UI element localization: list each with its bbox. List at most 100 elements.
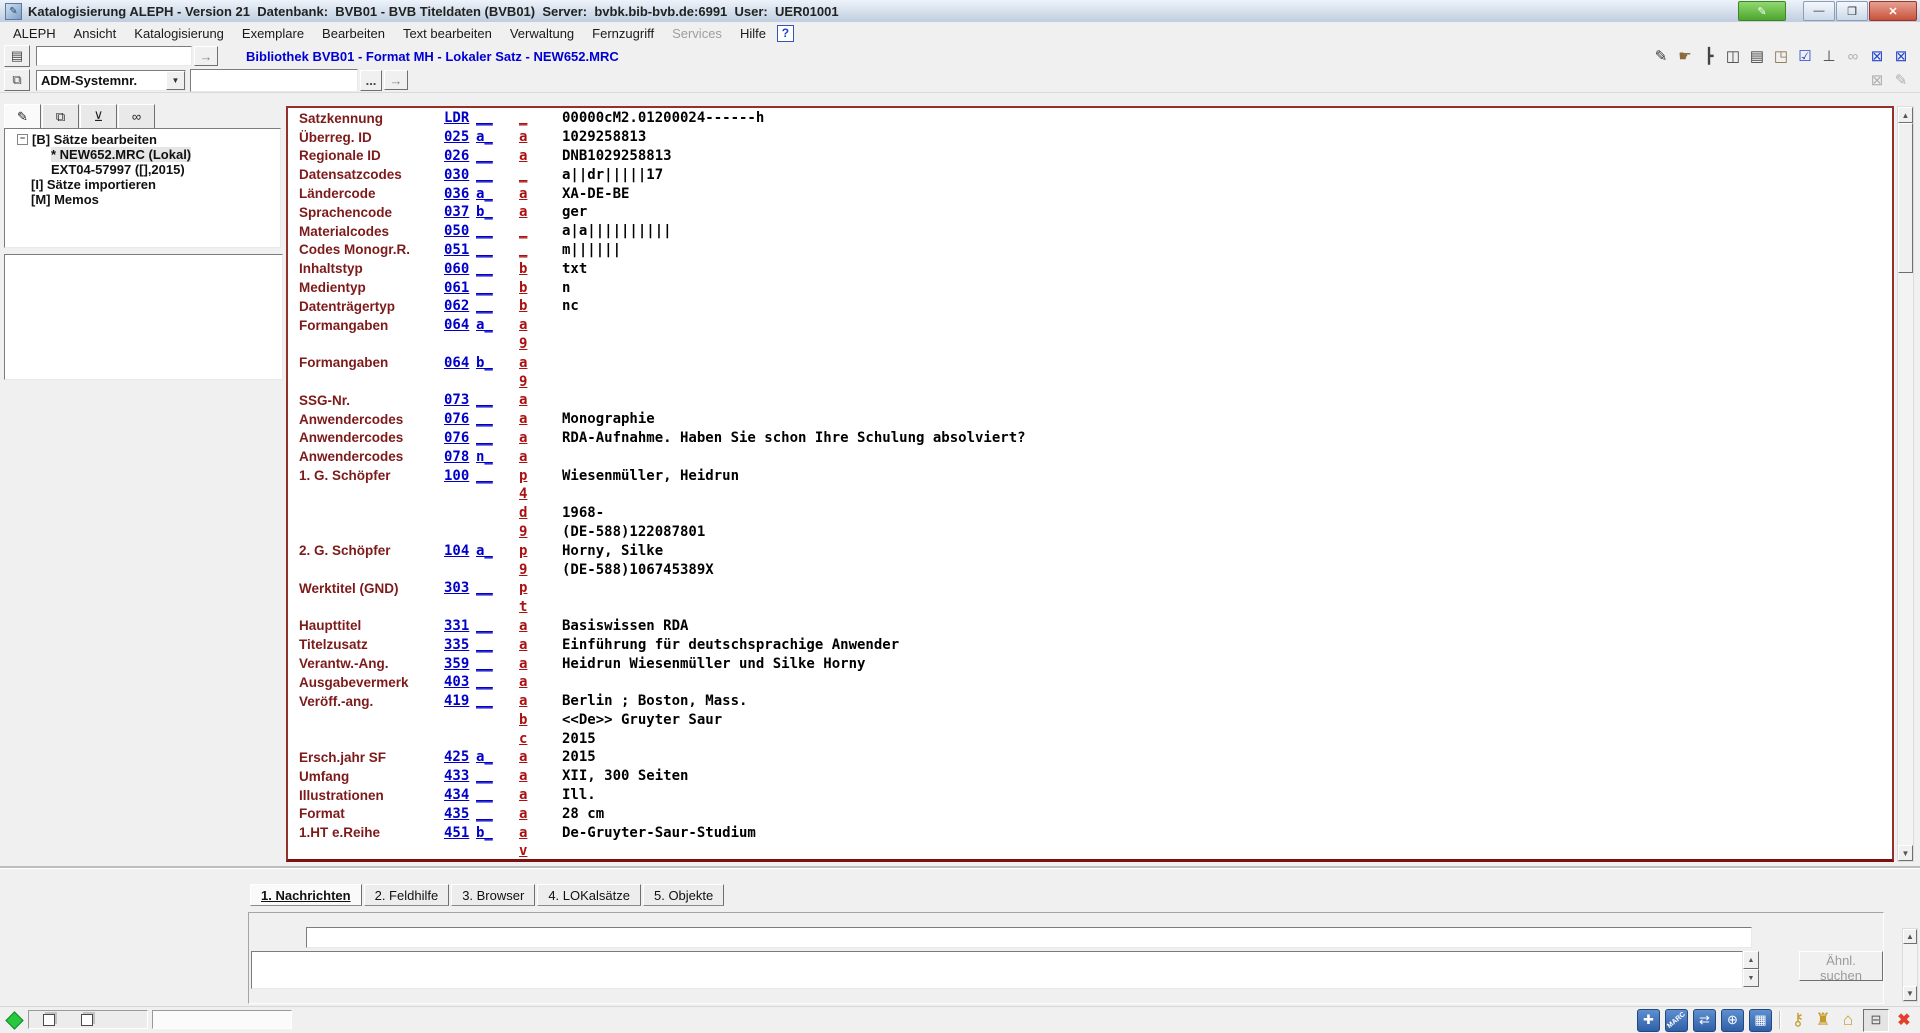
printer-icon[interactable]: ⊟ — [1863, 1009, 1889, 1032]
field-tag[interactable]: 419 — [444, 693, 476, 709]
tab-import-records[interactable]: ⊻ — [80, 104, 117, 129]
move-icon[interactable]: ✚ — [1637, 1009, 1660, 1032]
field-subfield-code[interactable]: b — [519, 298, 562, 314]
launch-button[interactable]: ✎ — [1738, 1, 1786, 21]
menu-item-verwaltung[interactable]: Verwaltung — [501, 24, 583, 43]
field-value[interactable]: Wiesenmüller, Heidrun — [562, 468, 1892, 484]
field-tag[interactable]: 061 — [444, 280, 476, 296]
field-value[interactable]: XII, 300 Seiten — [562, 768, 1892, 784]
field-subfield-code[interactable]: a — [519, 317, 562, 333]
browse-ellipsis-button[interactable]: ... — [360, 70, 382, 91]
field-indicator[interactable]: b_ — [476, 825, 519, 841]
field-value[interactable]: RDA-Aufnahme. Haben Sie schon Ihre Schul… — [562, 430, 1892, 446]
open-book-icon[interactable]: ◫ — [1722, 46, 1744, 66]
field-indicator[interactable]: __ — [476, 693, 519, 709]
field-value[interactable]: De-Gruyter-Saur-Studium — [562, 825, 1892, 841]
spinner-up-icon[interactable]: ▲ — [1743, 951, 1759, 969]
search-value-input[interactable] — [190, 69, 358, 92]
field-subfield-code[interactable]: c — [519, 731, 562, 747]
edit-record-icon[interactable]: ✎ — [1650, 46, 1672, 66]
field-indicator[interactable]: __ — [476, 148, 519, 164]
field-value[interactable]: a||dr|||||17 — [562, 167, 1892, 183]
field-tag[interactable]: 403 — [444, 674, 476, 690]
field-value[interactable]: 1029258813 — [562, 129, 1892, 145]
field-value[interactable]: 00000cM2.01200024------h — [562, 110, 1892, 126]
menu-item-ansicht[interactable]: Ansicht — [65, 24, 126, 43]
field-value[interactable]: (DE-588)122087801 — [562, 524, 1892, 540]
field-tag[interactable]: 425 — [444, 749, 476, 765]
table-icon[interactable]: ▦ — [1749, 1009, 1772, 1032]
spinner-down-icon[interactable]: ▼ — [1743, 969, 1759, 987]
record-list-button[interactable]: ▤ — [4, 45, 30, 67]
field-tag[interactable]: 030 — [444, 167, 476, 183]
bottom-tab-2[interactable]: 2. Feldhilfe — [364, 884, 450, 906]
field-tag[interactable]: 050 — [444, 223, 476, 239]
field-subfield-code[interactable]: a — [519, 411, 562, 427]
scroll-track[interactable] — [1903, 944, 1917, 986]
field-indicator[interactable]: __ — [476, 637, 519, 653]
record-tree-icon[interactable]: ┣ — [1698, 46, 1720, 66]
field-subfield-code[interactable]: a — [519, 806, 562, 822]
field-value[interactable]: Heidrun Wiesenmüller und Silke Horny — [562, 656, 1892, 672]
export-box-icon[interactable]: ◳ — [1770, 46, 1792, 66]
field-indicator[interactable]: __ — [476, 787, 519, 803]
field-tag[interactable]: 062 — [444, 298, 476, 314]
tree-item[interactable]: * NEW652.MRC (Lokal) — [5, 147, 280, 162]
bottom-tab-4[interactable]: 4. LOKalsätze — [537, 884, 641, 906]
field-subfield-code[interactable]: a — [519, 674, 562, 690]
field-tag[interactable]: 434 — [444, 787, 476, 803]
field-tag[interactable]: 037 — [444, 204, 476, 220]
field-subfield-code[interactable]: 9 — [519, 374, 562, 390]
field-tag[interactable]: 025 — [444, 129, 476, 145]
field-subfield-code[interactable]: _ — [519, 167, 562, 183]
field-subfield-code[interactable]: a — [519, 825, 562, 841]
key-icon[interactable]: ⚷ — [1788, 1010, 1808, 1031]
field-indicator[interactable]: __ — [476, 242, 519, 258]
help-icon[interactable]: ? — [777, 25, 794, 42]
menu-item-exemplare[interactable]: Exemplare — [233, 24, 313, 43]
field-indicator[interactable]: __ — [476, 580, 519, 596]
field-indicator[interactable]: n_ — [476, 449, 519, 465]
tab-search-records[interactable]: ∞ — [118, 104, 155, 129]
field-subfield-code[interactable]: a — [519, 129, 562, 145]
field-tag[interactable]: 026 — [444, 148, 476, 164]
field-value[interactable]: (DE-588)106745389X — [562, 562, 1892, 578]
field-tag[interactable]: 435 — [444, 806, 476, 822]
minimize-button[interactable]: — — [1803, 1, 1835, 21]
field-indicator[interactable]: __ — [476, 392, 519, 408]
load-record-icon[interactable]: ☛ — [1674, 46, 1696, 66]
field-indicator[interactable]: __ — [476, 656, 519, 672]
field-subfield-code[interactable]: b — [519, 712, 562, 728]
field-tag[interactable]: 104 — [444, 543, 476, 559]
field-indicator[interactable]: __ — [476, 261, 519, 277]
record-scrollbar[interactable]: ▲ ▼ — [1897, 106, 1914, 862]
restore-button[interactable]: ❐ — [1836, 1, 1868, 21]
menu-item-text-bearbeiten[interactable]: Text bearbeiten — [394, 24, 501, 43]
field-tag[interactable]: LDR — [444, 110, 476, 126]
close-button[interactable]: ✕ — [1869, 1, 1917, 21]
menu-item-bearbeiten[interactable]: Bearbeiten — [313, 24, 394, 43]
tab-edit-records[interactable]: ✎ — [4, 104, 41, 129]
exit-icon[interactable]: ✖ — [1894, 1010, 1914, 1031]
field-value[interactable]: Basiswissen RDA — [562, 618, 1892, 634]
field-tag[interactable]: 060 — [444, 261, 476, 277]
field-value[interactable]: 28 cm — [562, 806, 1892, 822]
globe-icon[interactable]: ⊕ — [1721, 1009, 1744, 1032]
bottom-tab-3[interactable]: 3. Browser — [451, 884, 535, 906]
tab-copy-records[interactable]: ⧉ — [42, 104, 79, 129]
field-subfield-code[interactable]: 4 — [519, 486, 562, 502]
field-tag[interactable]: 076 — [444, 411, 476, 427]
field-tag[interactable] — [444, 861, 476, 862]
field-indicator[interactable]: b_ — [476, 355, 519, 371]
field-indicator[interactable]: a_ — [476, 317, 519, 333]
field-value[interactable]: Einführung für deutschsprachige Anwender — [562, 637, 1892, 653]
menu-item-katalogisierung[interactable]: Katalogisierung — [125, 24, 233, 43]
bottom-tab-1[interactable]: 1. Nachrichten — [250, 884, 362, 906]
field-subfield-code[interactable]: a — [519, 392, 562, 408]
field-subfield-code[interactable]: p — [519, 468, 562, 484]
tree-expander-icon[interactable]: − — [17, 134, 28, 145]
field-tag[interactable]: 076 — [444, 430, 476, 446]
field-indicator[interactable]: __ — [476, 110, 519, 126]
field-subfield-code[interactable]: a — [519, 656, 562, 672]
bottom-scrollbar[interactable]: ▲ ▼ — [1902, 928, 1918, 1002]
